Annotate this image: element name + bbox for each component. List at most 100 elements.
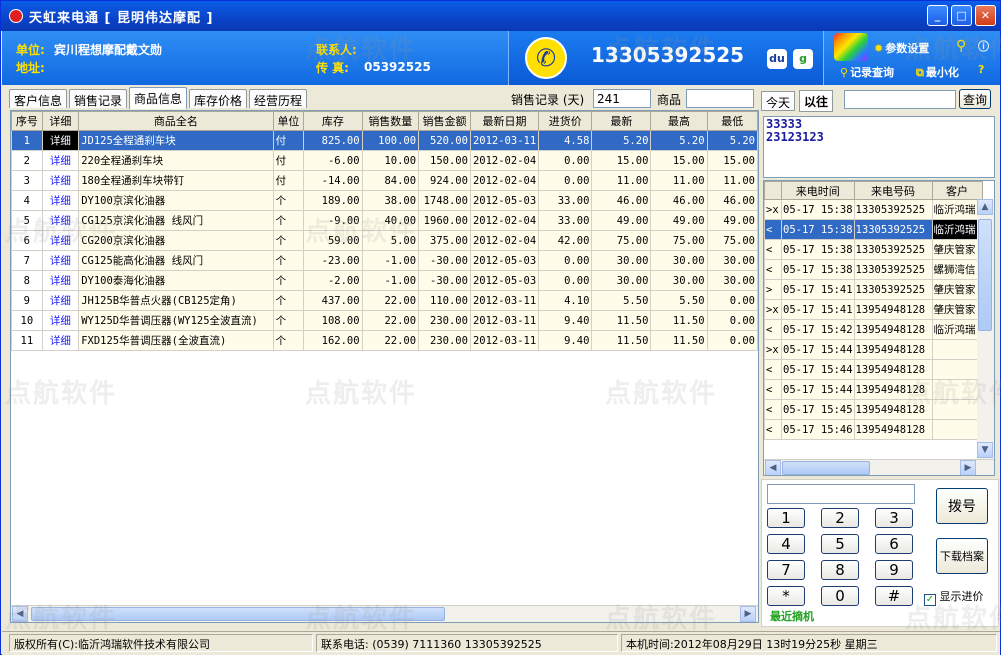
maximize-window-button[interactable]: □ <box>951 5 972 26</box>
column-header[interactable]: 商品全名 <box>78 111 274 131</box>
scroll-down-icon[interactable]: ▼ <box>977 442 993 458</box>
table-row[interactable]: 3 详细 180全程通刹车块带钉付 -14.00 84.00 924.00 2012-02-… <box>11 170 758 191</box>
tab-business-history[interactable]: 经营历程 <box>249 89 308 108</box>
call-row[interactable]: >x 05-17 15:41 13954948128 肇庆管家 <box>764 299 983 320</box>
tab-product-info[interactable]: 商品信息 <box>129 87 188 109</box>
call-row[interactable]: <05-17 15:42 13954948128 临沂鸿瑞 <box>764 319 983 340</box>
help-icon[interactable]: ? <box>978 63 984 76</box>
scroll-thumb[interactable] <box>782 461 870 475</box>
tab-past[interactable]: 以往 <box>799 90 834 112</box>
dial-key[interactable]: 7 <box>767 560 805 580</box>
google-icon[interactable]: g <box>793 49 813 69</box>
download-profile-button[interactable]: 下载档案 <box>936 538 988 574</box>
product-filter-input[interactable] <box>686 89 754 108</box>
dial-key[interactable]: 5 <box>821 534 859 554</box>
column-header[interactable]: 单位 <box>272 111 305 131</box>
column-header[interactable]: 最低 <box>706 111 758 131</box>
settings-link[interactable]: ✹ 参数设置 <box>874 40 929 56</box>
table-row[interactable]: 4 详细 DY100京滨化油器个 189.00 38.00 1748.00 2012-05-… <box>11 190 758 211</box>
scroll-left-icon[interactable]: ◀ <box>12 606 28 622</box>
minimize-link[interactable]: ⧉ 最小化 <box>916 64 959 80</box>
column-header[interactable]: 最新 <box>591 111 652 131</box>
call-search-input[interactable] <box>844 90 956 109</box>
table-row[interactable]: 5 详细 CG125京滨化油器 线风门个 -9.00 40.00 1960.00 2012-… <box>11 210 758 231</box>
tab-customer-info[interactable]: 客户信息 <box>9 89 68 108</box>
dial-key[interactable]: # <box>875 586 913 606</box>
table-row[interactable]: 2 详细 220全程通刹车块付 -6.00 10.00 150.00 2012-02-04 0… <box>11 150 758 171</box>
call-row[interactable]: <05-17 15:38 13305392525 临沂鸿瑞 <box>764 219 983 240</box>
scroll-left-icon[interactable]: ◀ <box>765 460 781 475</box>
column-header[interactable]: 库存 <box>303 111 363 131</box>
dial-key[interactable]: 2 <box>821 508 859 528</box>
detail-link[interactable]: 详细 <box>41 310 80 331</box>
skin-icon[interactable] <box>834 33 868 61</box>
tab-today[interactable]: 今天 <box>761 91 796 111</box>
column-header[interactable]: 最新日期 <box>469 111 540 131</box>
table-row[interactable]: 10 详细 WY125D华普调压器(WY125全波直流) 个 108.00 22.00 23… <box>11 310 758 331</box>
column-header[interactable]: 客户 <box>931 181 983 200</box>
column-header[interactable] <box>764 181 782 200</box>
detail-link[interactable]: 详细 <box>41 230 80 251</box>
product-grid-hscrollbar[interactable]: ◀ ▶ <box>11 605 758 622</box>
tab-sales-records[interactable]: 销售记录 <box>69 89 128 108</box>
column-header[interactable]: 销售金额 <box>418 111 471 131</box>
tip-icon[interactable]: ⚲ <box>956 38 966 54</box>
table-row[interactable]: 7 详细 CG125能高化油器 线风门个 -23.00 -1.00 -30.00 2012-… <box>11 250 758 271</box>
table-row[interactable]: 9 详细 JH125B华普点火器(CB125定角) 个 437.00 22.00 110.0… <box>11 290 758 311</box>
dial-key[interactable]: 9 <box>875 560 913 580</box>
show-cost-toggle[interactable]: ✓ 显示进价 <box>924 588 984 606</box>
call-row[interactable]: <05-17 15:44 13954948128 <box>764 359 983 380</box>
dial-number-input[interactable] <box>767 484 915 504</box>
scroll-right-icon[interactable]: ▶ <box>740 606 756 622</box>
close-window-button[interactable]: ✕ <box>975 5 996 26</box>
table-row[interactable]: 11 详细 FXD125华普调压器(全波直流) 个 162.00 22.00 230.00 2… <box>11 330 758 351</box>
detail-link[interactable]: 详细 <box>41 290 80 311</box>
call-row[interactable]: <05-17 15:38 13305392525 螺狮湾信 <box>764 259 983 280</box>
table-row[interactable]: 8 详细 DY100泰海化油器个 -2.00 -1.00 -30.00 2012-05-03… <box>11 270 758 291</box>
tab-stock-price[interactable]: 库存价格 <box>189 89 248 108</box>
column-header[interactable]: 进货价 <box>538 111 593 131</box>
call-row[interactable]: <05-17 15:44 13954948128 <box>764 379 983 400</box>
detail-link[interactable]: 详细 <box>41 270 80 291</box>
dial-key[interactable]: 6 <box>875 534 913 554</box>
detail-link[interactable]: 详细 <box>41 170 80 191</box>
call-row[interactable]: <05-17 15:45 13954948128 <box>764 399 983 420</box>
scroll-up-icon[interactable]: ▲ <box>977 199 993 215</box>
call-log-vscrollbar[interactable]: ▲ ▼ <box>977 199 994 459</box>
detail-link[interactable]: 详细 <box>41 210 80 231</box>
info-icon[interactable]: ⓘ <box>978 38 989 54</box>
record-query-link[interactable]: ⚲ 记录查询 <box>840 64 894 80</box>
detail-link[interactable]: 详细 <box>41 250 80 271</box>
dial-key[interactable]: 0 <box>821 586 859 606</box>
table-row[interactable]: 6 详细 CG200京滨化油器个 59.00 5.00 375.00 2012-02-04 4… <box>11 230 758 251</box>
scroll-thumb[interactable] <box>31 607 445 621</box>
column-header[interactable]: 详细 <box>41 111 80 131</box>
column-header[interactable]: 来电时间 <box>781 181 855 200</box>
minimize-window-button[interactable]: _ <box>927 5 948 26</box>
dial-key[interactable]: 8 <box>821 560 859 580</box>
scroll-thumb[interactable] <box>978 219 992 331</box>
column-header[interactable]: 序号 <box>11 111 43 131</box>
dial-key[interactable]: 4 <box>767 534 805 554</box>
detail-link[interactable]: 详细 <box>41 150 80 171</box>
column-header[interactable]: 最高 <box>650 111 708 131</box>
dial-button[interactable]: 拨号 <box>936 488 988 524</box>
baidu-icon[interactable]: du <box>767 49 787 69</box>
call-row[interactable]: <05-17 15:38 13305392525 肇庆管家 <box>764 239 983 260</box>
call-row[interactable]: >x 05-17 15:38 13305392525 临沂鸿瑞 <box>764 199 983 220</box>
dial-key[interactable]: 1 <box>767 508 805 528</box>
column-header[interactable]: 销售数量 <box>361 111 420 131</box>
dial-key[interactable]: * <box>767 586 805 606</box>
call-row[interactable]: >05-17 15:41 13305392525 肇庆管家 <box>764 279 983 300</box>
checkbox-checked-icon[interactable]: ✓ <box>924 594 936 606</box>
query-button[interactable]: 查询 <box>959 89 991 109</box>
sales-days-input[interactable] <box>593 89 651 108</box>
scroll-right-icon[interactable]: ▶ <box>960 460 976 475</box>
table-row[interactable]: 1 详细 JD125全程通刹车块付 825.00 100.00 520.00 2012-03… <box>11 130 758 151</box>
column-header[interactable]: 来电号码 <box>853 181 933 200</box>
detail-link[interactable]: 详细 <box>41 330 80 351</box>
call-row[interactable]: >x 05-17 15:44 13954948128 <box>764 339 983 360</box>
call-row[interactable]: <05-17 15:46 13954948128 <box>764 419 983 440</box>
dial-key[interactable]: 3 <box>875 508 913 528</box>
detail-link[interactable]: 详细 <box>41 130 80 151</box>
